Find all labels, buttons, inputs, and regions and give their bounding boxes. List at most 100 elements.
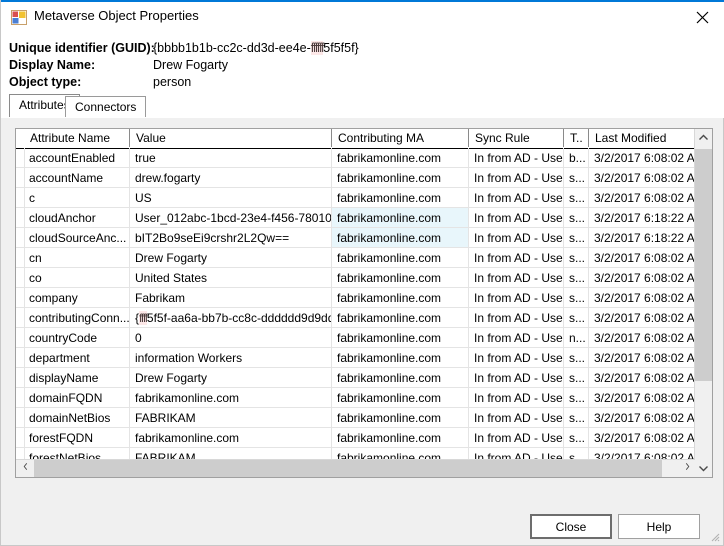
cell-text: 3/2/2017 6:08:02 AM (594, 431, 695, 445)
table-cell-value: Drew Fogarty (130, 368, 332, 387)
table-cell-modified: 3/2/2017 6:18:22 AM (589, 208, 695, 227)
cell-text: fabrikamonline.com (337, 311, 442, 325)
cell-text: United States (135, 271, 208, 285)
cell-text: Drew Fogarty (135, 371, 208, 385)
help-button[interactable]: Help (618, 514, 700, 539)
cell-text: s... (569, 431, 586, 445)
object-type-label: Object type: (9, 75, 82, 89)
cell-text: cloudAnchor (29, 211, 96, 225)
table-row[interactable]: displayName Drew Fogarty fabrikamonline.co… (16, 368, 695, 388)
table-cell-modified: 3/2/2017 6:08:02 AM (589, 268, 695, 287)
table-cell-type: s... (564, 368, 589, 387)
table-cell-modified: 3/2/2017 6:08:02 AM (589, 148, 695, 167)
table-cell-modified: 3/2/2017 6:08:02 AM (589, 408, 695, 427)
scroll-down-arrow-icon[interactable] (695, 460, 712, 477)
table-cell-modified: 3/2/2017 6:08:02 AM (589, 288, 695, 307)
table-row[interactable]: company Fabrikam fabrikamonline.com In from… (16, 288, 695, 308)
grid-rows-viewport[interactable]: accountEnabled true fabrikamonline.com In f… (16, 148, 695, 460)
cell-text: 3/2/2017 6:08:02 AM (594, 391, 695, 405)
table-row[interactable]: c US fabrikamonline.com In from AD - User .… (16, 188, 695, 208)
table-row[interactable]: cloudAnchor User_012abc-1bcd-23e4-f456-78… (16, 208, 695, 228)
table-cell-type: n... (564, 328, 589, 347)
scroll-left-arrow-icon[interactable] (16, 460, 33, 477)
grid-column-header[interactable]: Value (130, 129, 332, 147)
table-cell-type: s... (564, 188, 589, 207)
grid-column-header[interactable]: Contributing MA (332, 129, 469, 147)
close-button[interactable]: Close (530, 514, 612, 539)
table-row[interactable]: forestFQDN fabrikamonline.com fabrikamonli… (16, 428, 695, 448)
scroll-up-arrow-icon[interactable] (695, 129, 712, 146)
table-row[interactable]: department information Workers fabrikamonl… (16, 348, 695, 368)
table-cell-attribute: domainNetBios (24, 408, 130, 427)
cell-text: accountName (29, 171, 104, 185)
table-row[interactable]: accountName drew.fogarty fabrikamonline.co… (16, 168, 695, 188)
grid-column-header[interactable]: Sync Rule (469, 129, 564, 147)
cell-text: In from AD - User ... (474, 391, 563, 405)
grid-column-header[interactable]: T.. (564, 129, 589, 147)
table-row[interactable]: accountEnabled true fabrikamonline.com In f… (16, 148, 695, 168)
vertical-scroll-thumb[interactable] (695, 149, 712, 381)
metaverse-object-properties-dialog: Metaverse Object Properties Unique ident… (0, 0, 724, 546)
table-cell-ma: fabrikamonline.com (332, 368, 469, 387)
table-cell-modified: 3/2/2017 6:08:02 AM (589, 248, 695, 267)
scroll-right-arrow-icon[interactable] (678, 460, 695, 477)
cell-text: s... (569, 311, 586, 325)
table-cell-ma: fabrikamonline.com (332, 408, 469, 427)
table-cell-value: US (130, 188, 332, 207)
cell-text: fabrikamonline.com (337, 211, 442, 225)
cell-text: 3/2/2017 6:08:02 AM (594, 191, 695, 205)
table-cell-modified: 3/2/2017 6:08:02 AM (589, 328, 695, 347)
cell-text: fabrikamonline.com (337, 371, 442, 385)
cell-text: drew.fogarty (135, 171, 201, 185)
cell-text: contributingConn... (29, 311, 130, 325)
table-cell-value: information Workers (130, 348, 332, 367)
table-cell-value: User_012abc-1bcd-23e4-f456-78010... (130, 208, 332, 227)
cell-text: fabrikamonline.com (337, 391, 442, 405)
cell-text: fabrikamonline.com (337, 231, 442, 245)
table-cell-sync-rule: In from AD - User ... (469, 308, 564, 327)
table-cell-attribute: forestFQDN (24, 428, 130, 447)
grid-horizontal-scrollbar[interactable] (16, 459, 695, 477)
cell-text: In from AD - User ... (474, 371, 563, 385)
table-cell-type: s... (564, 268, 589, 287)
grid-column-header[interactable]: Attribute Name (24, 129, 130, 147)
table-row[interactable]: contributingConn... {ffff5f5f-aa6a-bb7b-c… (16, 308, 695, 328)
cell-text: s... (569, 271, 586, 285)
table-cell-value: {ffff5f5f-aa6a-bb7b-cc8c-dddddd9d9dd... (130, 308, 332, 327)
object-summary: Unique identifier (GUID): {bbbb1b1b-cc2c… (1, 30, 724, 92)
table-cell-sync-rule: In from AD - User ... (469, 348, 564, 367)
grid-vertical-scrollbar[interactable] (694, 129, 712, 477)
table-cell-modified: 3/2/2017 6:08:02 AM (589, 388, 695, 407)
horizontal-scroll-thumb[interactable] (34, 460, 662, 477)
table-row[interactable]: domainFQDN fabrikamonline.com fabrikamonli… (16, 388, 695, 408)
table-row[interactable]: countryCode 0 fabrikamonline.com In from AD… (16, 328, 695, 348)
table-cell-ma: fabrikamonline.com (332, 168, 469, 187)
cell-text: fabrikamonline.com (337, 351, 442, 365)
table-row[interactable]: cn Drew Fogarty fabrikamonline.com In from … (16, 248, 695, 268)
cell-text: In from AD - User ... (474, 431, 563, 445)
table-row[interactable]: cloudSourceAnc... bIT2Bo9seEi9crshr2L2Qw=… (16, 228, 695, 248)
cell-text: s... (569, 391, 586, 405)
table-cell-value: Drew Fogarty (130, 248, 332, 267)
cell-text: 3/2/2017 6:08:02 AM (594, 351, 695, 365)
table-cell-attribute: department (24, 348, 130, 367)
table-cell-value: fabrikamonline.com (130, 428, 332, 447)
cell-text: fabrikamonline.com (337, 251, 442, 265)
cell-text: In from AD - User ... (474, 271, 563, 285)
resize-grip[interactable] (708, 530, 720, 542)
table-cell-ma: fabrikamonline.com (332, 188, 469, 207)
tab-connectors[interactable]: Connectors (65, 96, 147, 117)
cell-text: US (135, 191, 152, 205)
table-row[interactable]: domainNetBios FABRIKAM fabrikamonline.com I… (16, 408, 695, 428)
cell-text: n... (569, 331, 586, 345)
table-cell-ma: fabrikamonline.com (332, 148, 469, 167)
grid-column-header-label: Contributing MA (338, 131, 425, 145)
table-cell-ma: fabrikamonline.com (332, 288, 469, 307)
grid-column-header-label: T.. (570, 131, 583, 145)
table-row[interactable]: co United States fabrikamonline.com In from… (16, 268, 695, 288)
cell-text: 5f5f-aa6a-bb7b-cc8c-dddddd9d9dd... (146, 311, 332, 325)
table-cell-sync-rule: In from AD - User ... (469, 408, 564, 427)
attributes-grid: Attribute Name Value Contributing MA Sync R… (15, 128, 713, 478)
cell-text: company (29, 291, 78, 305)
close-icon[interactable] (680, 2, 724, 31)
